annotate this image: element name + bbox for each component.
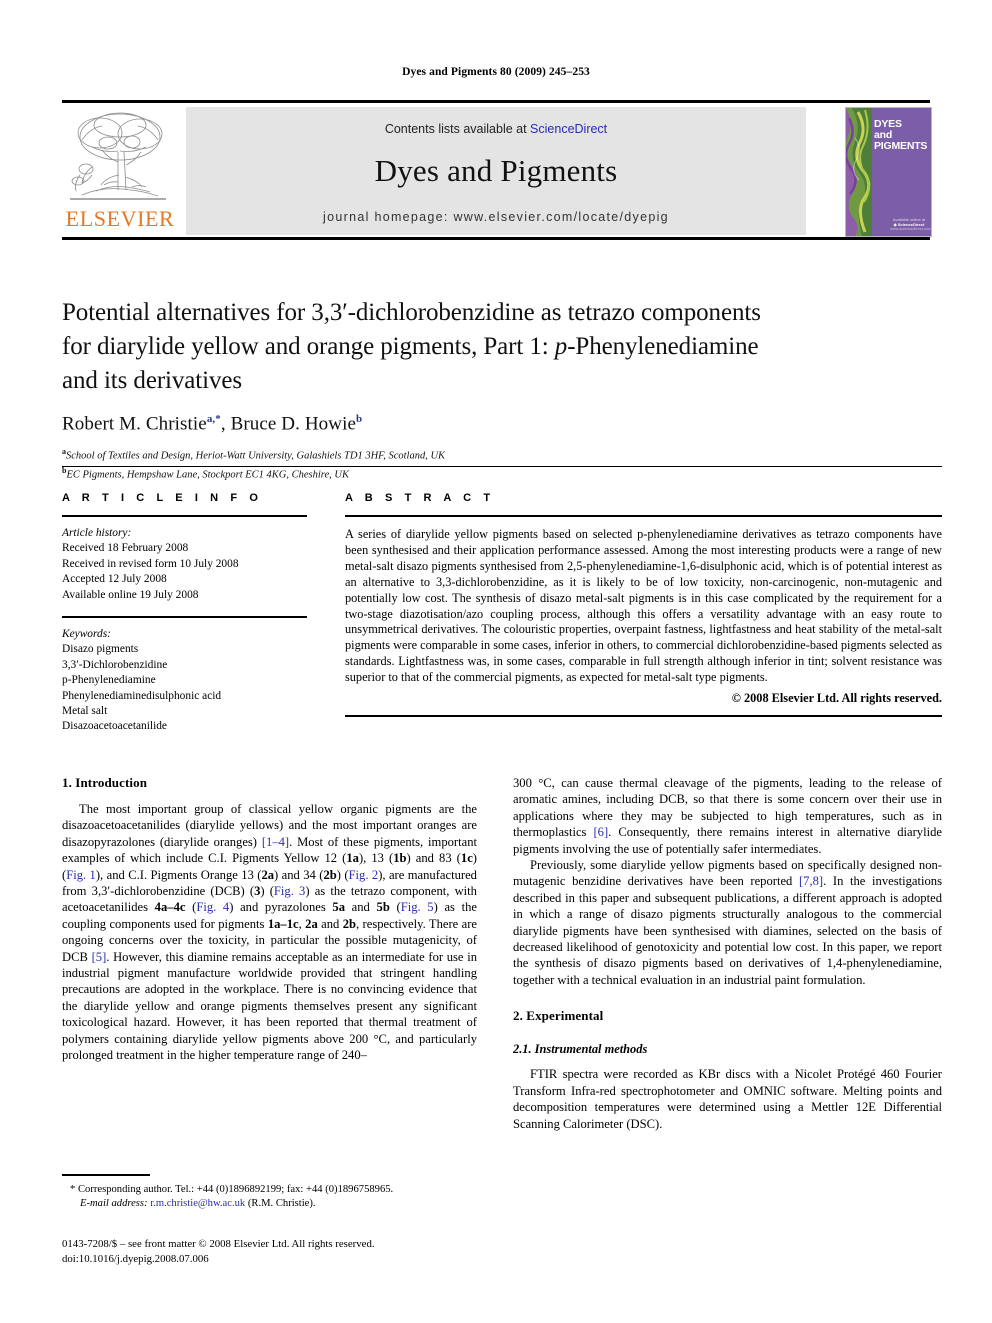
keywords-rule — [62, 616, 307, 619]
keyword-item: Metal salt — [62, 705, 108, 718]
affiliation-text: EC Pigments, Hempshaw Lane, Stockport EC… — [66, 469, 349, 481]
cover-title-line3: PIGMENTS — [874, 140, 928, 152]
cover-artwork — [846, 108, 872, 236]
citation-ref[interactable]: [7,8] — [799, 874, 823, 888]
journal-homepage[interactable]: journal homepage: www.elsevier.com/locat… — [186, 210, 806, 224]
citation-ref[interactable]: [1–4] — [262, 835, 289, 849]
paragraph-instrumental-1: FTIR spectra were recorded as KBr discs … — [513, 1067, 942, 1131]
footnote-corresponding: Corresponding author. Tel.: +44 (0)18968… — [77, 1183, 394, 1195]
masthead-top-rule — [62, 100, 930, 103]
figure-ref[interactable]: Fig. 2 — [349, 868, 379, 882]
elsevier-wordmark: ELSEVIER — [65, 206, 175, 231]
cover-sciencedirect-badge: Available online at ◆ ScienceDirect www.… — [890, 217, 932, 232]
masthead-bottom-rule — [62, 237, 930, 240]
footnote-text: * Corresponding author. Tel.: +44 (0)189… — [62, 1183, 477, 1211]
article-info-panel: A R T I C L E I N F O Article history: R… — [62, 492, 307, 735]
contents-available-line: Contents lists available at ScienceDirec… — [186, 107, 806, 136]
masthead-body: ELSEVIER Contents lists available at Sci… — [62, 107, 932, 237]
journal-cover-thumbnail: DYES and PIGMENTS Available online at ◆ … — [845, 107, 932, 237]
doi-line[interactable]: doi:10.1016/j.dyepig.2008.07.006 — [62, 1252, 492, 1267]
footnote-star: * — [70, 1183, 76, 1195]
keyword-item: Phenylenediaminedisulphonic acid — [62, 689, 222, 702]
elsevier-logo: ELSEVIER — [62, 107, 180, 235]
footnote-email-owner: (R.M. Christie). — [247, 1197, 316, 1209]
running-head: Dyes and Pigments 80 (2009) 245–253 — [402, 66, 590, 78]
corresponding-author-footnote: * Corresponding author. Tel.: +44 (0)189… — [62, 1174, 477, 1211]
article-history: Article history: Received 18 February 20… — [62, 526, 307, 603]
history-item: Accepted 12 July 2008 — [62, 573, 167, 586]
journal-title: Dyes and Pigments — [374, 153, 618, 188]
keyword-item: 3,3′-Dichlorobenzidine — [62, 658, 168, 671]
footnote-email-label: E-mail address: — [80, 1197, 148, 1209]
article-info-rule — [62, 515, 307, 517]
abstract-text: A series of diarylide yellow pigments ba… — [345, 527, 942, 685]
author-affiliation-mark[interactable]: b — [356, 413, 362, 425]
cover-title: DYES and PIGMENTS — [874, 119, 929, 152]
keyword-item: p-Phenylenediamine — [62, 674, 156, 687]
figure-ref[interactable]: Fig. 3 — [274, 884, 305, 898]
figure-ref[interactable]: Fig. 4 — [196, 900, 229, 914]
sciencedirect-link[interactable]: ScienceDirect — [530, 122, 607, 136]
abstract-bottom-rule — [345, 715, 942, 718]
abstract-panel: A B S T R A C T A series of diarylide ye… — [345, 492, 942, 718]
issn-line: 0143-7208/$ – see front matter © 2008 El… — [62, 1238, 375, 1250]
figure-ref[interactable]: Fig. 5 — [401, 900, 434, 914]
journal-band: Contents lists available at ScienceDirec… — [186, 107, 806, 235]
author-name: Robert M. Christie — [62, 413, 207, 435]
paragraph-intro-1: The most important group of classical ye… — [62, 802, 478, 1063]
figure-ref[interactable]: Fig. 1 — [66, 868, 96, 882]
author-list: Robert M. Christiea,*, Bruce D. Howieb — [62, 413, 363, 435]
history-item: Available online 19 July 2008 — [62, 588, 199, 601]
journal-masthead: ELSEVIER Contents lists available at Sci… — [62, 100, 932, 240]
citation-ref[interactable]: [5] — [92, 950, 107, 964]
body-column-left: 1. Introduction The most important group… — [62, 775, 477, 1064]
subsection-heading-instrumental-methods: 2.1. Instrumental methods — [513, 1042, 648, 1057]
elsevier-tree-icon — [70, 112, 166, 200]
body-column-right: 300 °C, can cause thermal cleavage of th… — [513, 775, 942, 1132]
keywords-list: Keywords: Disazo pigments 3,3′-Dichlorob… — [62, 627, 307, 735]
footnote-divider — [62, 1174, 150, 1176]
title-line-1: Potential alternatives for 3,3′-dichloro… — [62, 299, 761, 326]
affiliation-text: School of Textiles and Design, Heriot-Wa… — [66, 450, 446, 462]
keywords-label: Keywords: — [62, 628, 111, 641]
footnote-email-link[interactable]: r.m.christie@hw.ac.uk — [150, 1198, 245, 1209]
history-item: Received 18 February 2008 — [62, 542, 189, 555]
article-info-label: A R T I C L E I N F O — [62, 492, 263, 504]
title-block: Potential alternatives for 3,3′-dichloro… — [62, 296, 942, 483]
title-line-2-italic: p — [554, 333, 568, 360]
page-footer: 0143-7208/$ – see front matter © 2008 El… — [62, 1237, 492, 1266]
section-heading-experimental: 2. Experimental — [513, 1008, 604, 1024]
title-line-2-b: -Phenylenediamine — [567, 333, 759, 360]
title-line-2-a: for diarylide yellow and orange pigments… — [62, 333, 555, 360]
section-heading-introduction: 1. Introduction — [62, 775, 148, 790]
paper-page: Dyes and Pigments 80 (2009) 245–253 ELSE… — [0, 0, 992, 1323]
paragraph-intro-2: Previously, some diarylide yellow pigmen… — [513, 858, 942, 987]
author-name: Bruce D. Howie — [230, 413, 356, 435]
page-title: Potential alternatives for 3,3′-dichloro… — [62, 296, 942, 398]
article-history-label: Article history: — [62, 527, 132, 539]
keyword-item: Disazo pigments — [62, 643, 139, 656]
history-item: Received in revised form 10 July 2008 — [62, 557, 239, 570]
affiliation-item: bEC Pigments, Hempshaw Lane, Stockport E… — [62, 464, 942, 483]
abstract-rule — [345, 515, 942, 517]
affiliation-item: aSchool of Textiles and Design, Heriot-W… — [62, 445, 942, 464]
keyword-item: Disazoacetoacetanilide — [62, 720, 167, 733]
paragraph-intro-1-cont: 300 °C, can cause thermal cleavage of th… — [513, 776, 942, 856]
abstract-copyright: © 2008 Elsevier Ltd. All rights reserved… — [731, 691, 942, 706]
title-line-3: and its derivatives — [62, 367, 242, 394]
abstract-label: A B S T R A C T — [345, 492, 495, 504]
affiliation-list: aSchool of Textiles and Design, Heriot-W… — [62, 445, 942, 483]
contents-prefix: Contents lists available at — [384, 122, 531, 136]
author-affiliation-mark[interactable]: a,* — [207, 413, 221, 425]
title-divider — [62, 466, 942, 467]
citation-ref[interactable]: [6] — [593, 825, 608, 839]
